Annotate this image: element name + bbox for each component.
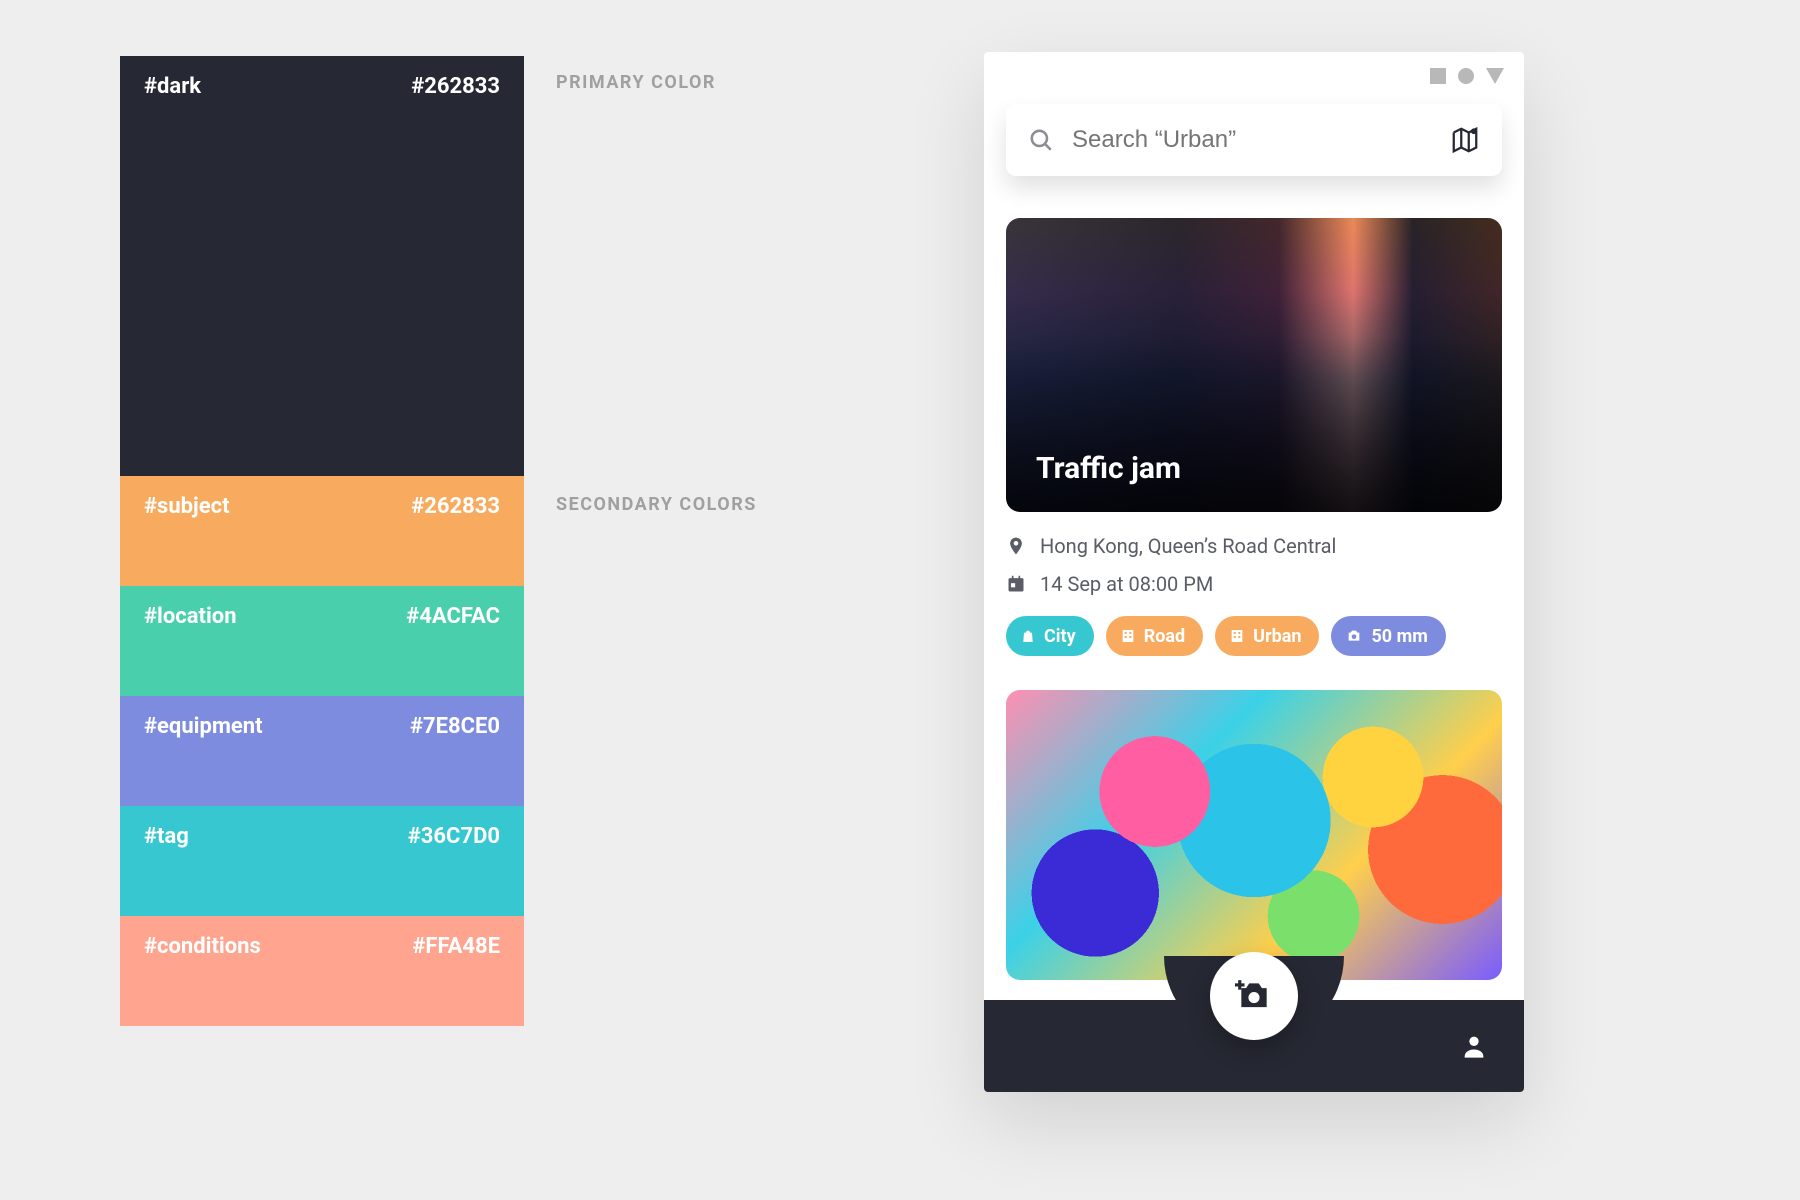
meta-datetime: 14 Sep at 08:00 PM xyxy=(1006,572,1502,596)
building-icon xyxy=(1120,628,1136,644)
swatch-dark: #dark #262833 xyxy=(120,56,524,476)
swatch-name: #conditions xyxy=(144,934,261,1026)
swatch-subject: #subject #262833 xyxy=(120,476,524,586)
swatch-equipment: #equipment #7E8CE0 xyxy=(120,696,524,806)
status-triangle-icon xyxy=(1486,68,1504,84)
add-photo-icon xyxy=(1234,977,1274,1015)
swatch-tag: #tag #36C7D0 xyxy=(120,806,524,916)
camera-fab[interactable] xyxy=(1210,952,1298,1040)
card-title: Traffic jam xyxy=(1036,451,1181,486)
map-icon[interactable] xyxy=(1450,125,1480,155)
pin-icon xyxy=(1006,534,1026,558)
camera-icon xyxy=(1345,628,1363,644)
card-meta: Hong Kong, Queen’s Road Central 14 Sep a… xyxy=(1006,534,1502,596)
chip-lens[interactable]: 50 mm xyxy=(1331,616,1445,656)
swatch-hex: #7E8CE0 xyxy=(410,714,500,806)
chip-label: 50 mm xyxy=(1371,626,1427,647)
calendar-icon xyxy=(1006,573,1026,595)
status-circle-icon xyxy=(1458,68,1474,84)
swatch-location: #location #4ACFAC xyxy=(120,586,524,696)
meta-location: Hong Kong, Queen’s Road Central xyxy=(1006,534,1502,558)
swatch-name: #location xyxy=(144,604,237,696)
search-bar[interactable] xyxy=(1006,104,1502,176)
swatch-hex: #36C7D0 xyxy=(408,824,500,916)
card-art[interactable] xyxy=(1006,690,1502,980)
phone-frame: Traffic jam Hong Kong, Queen’s Road Cent… xyxy=(984,52,1524,1092)
search-input[interactable] xyxy=(1072,126,1432,154)
chip-label: City xyxy=(1044,626,1076,647)
color-palette: #dark #262833 #subject #262833 #location… xyxy=(120,56,524,1026)
swatch-name: #equipment xyxy=(144,714,263,806)
bag-icon xyxy=(1020,628,1036,644)
datetime-text: 14 Sep at 08:00 PM xyxy=(1040,572,1213,596)
caption-primary: PRIMARY COLOR xyxy=(556,72,716,93)
location-text: Hong Kong, Queen’s Road Central xyxy=(1040,534,1336,558)
swatch-hex: #262833 xyxy=(411,494,500,586)
caption-secondary: SECONDARY COLORS xyxy=(556,494,757,515)
swatch-conditions: #conditions #FFA48E xyxy=(120,916,524,1026)
swatch-name: #tag xyxy=(144,824,189,916)
chip-city[interactable]: City xyxy=(1006,616,1094,656)
swatch-name: #dark xyxy=(144,74,201,476)
swatch-hex: #262833 xyxy=(411,74,500,476)
swatch-hex: #4ACFAC xyxy=(406,604,500,696)
swatch-name: #subject xyxy=(144,494,230,586)
chip-label: Urban xyxy=(1253,626,1301,647)
bottom-nav xyxy=(984,1000,1524,1092)
building-icon xyxy=(1229,628,1245,644)
status-indicators xyxy=(1430,68,1504,84)
card-traffic-jam[interactable]: Traffic jam xyxy=(1006,218,1502,512)
swatch-hex: #FFA48E xyxy=(412,934,500,1026)
profile-icon[interactable] xyxy=(1460,1032,1488,1060)
tag-chips: City Road Urban 50 mm xyxy=(1006,616,1502,656)
search-icon xyxy=(1028,127,1054,153)
chip-label: Road xyxy=(1144,626,1185,647)
chip-road[interactable]: Road xyxy=(1106,616,1203,656)
chip-urban[interactable]: Urban xyxy=(1215,616,1319,656)
status-square-icon xyxy=(1430,68,1446,84)
